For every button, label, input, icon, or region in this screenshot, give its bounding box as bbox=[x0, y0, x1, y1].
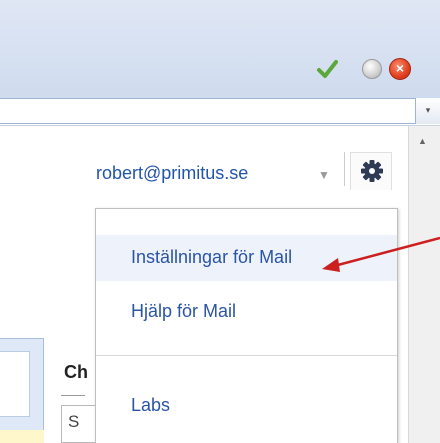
settings-menu: Inställningar för Mail Hjälp för Mail La… bbox=[95, 208, 398, 443]
account-email[interactable]: robert@primitus.se bbox=[96, 163, 248, 184]
address-bar[interactable] bbox=[0, 98, 440, 124]
chevron-down-icon: ▾ bbox=[425, 105, 431, 115]
section-heading: Ch bbox=[64, 362, 88, 382]
menu-item-labs[interactable]: Labs bbox=[96, 383, 397, 429]
header-divider bbox=[344, 152, 345, 186]
menu-item-label: Inställningar för Mail bbox=[131, 247, 293, 267]
left-panel-highlight bbox=[0, 430, 44, 443]
left-panel-box bbox=[0, 351, 30, 417]
check-icon[interactable] bbox=[316, 58, 338, 80]
menu-item-label: Hjälp för Mail bbox=[131, 301, 237, 321]
left-panel bbox=[0, 338, 44, 443]
background-input[interactable]: S bbox=[61, 405, 95, 443]
account-caret-icon[interactable]: ▼ bbox=[318, 168, 330, 182]
close-button[interactable]: × bbox=[389, 58, 411, 80]
menu-separator bbox=[96, 355, 397, 356]
window-titlebar bbox=[0, 0, 440, 98]
menu-item-label: Labs bbox=[131, 395, 171, 415]
gear-icon bbox=[361, 160, 383, 182]
minimize-button[interactable] bbox=[362, 59, 382, 79]
menu-item-mail-settings[interactable]: Inställningar för Mail bbox=[96, 235, 397, 281]
settings-button[interactable] bbox=[350, 152, 392, 190]
scroll-up-arrow-icon[interactable]: ▲ bbox=[418, 136, 427, 146]
close-x-icon: × bbox=[395, 60, 405, 76]
field-top-line bbox=[61, 395, 85, 396]
address-dropdown-button[interactable]: ▾ bbox=[415, 98, 440, 124]
vertical-scrollbar[interactable]: ▲ bbox=[408, 126, 440, 443]
menu-item-mail-help[interactable]: Hjälp för Mail bbox=[96, 289, 397, 335]
